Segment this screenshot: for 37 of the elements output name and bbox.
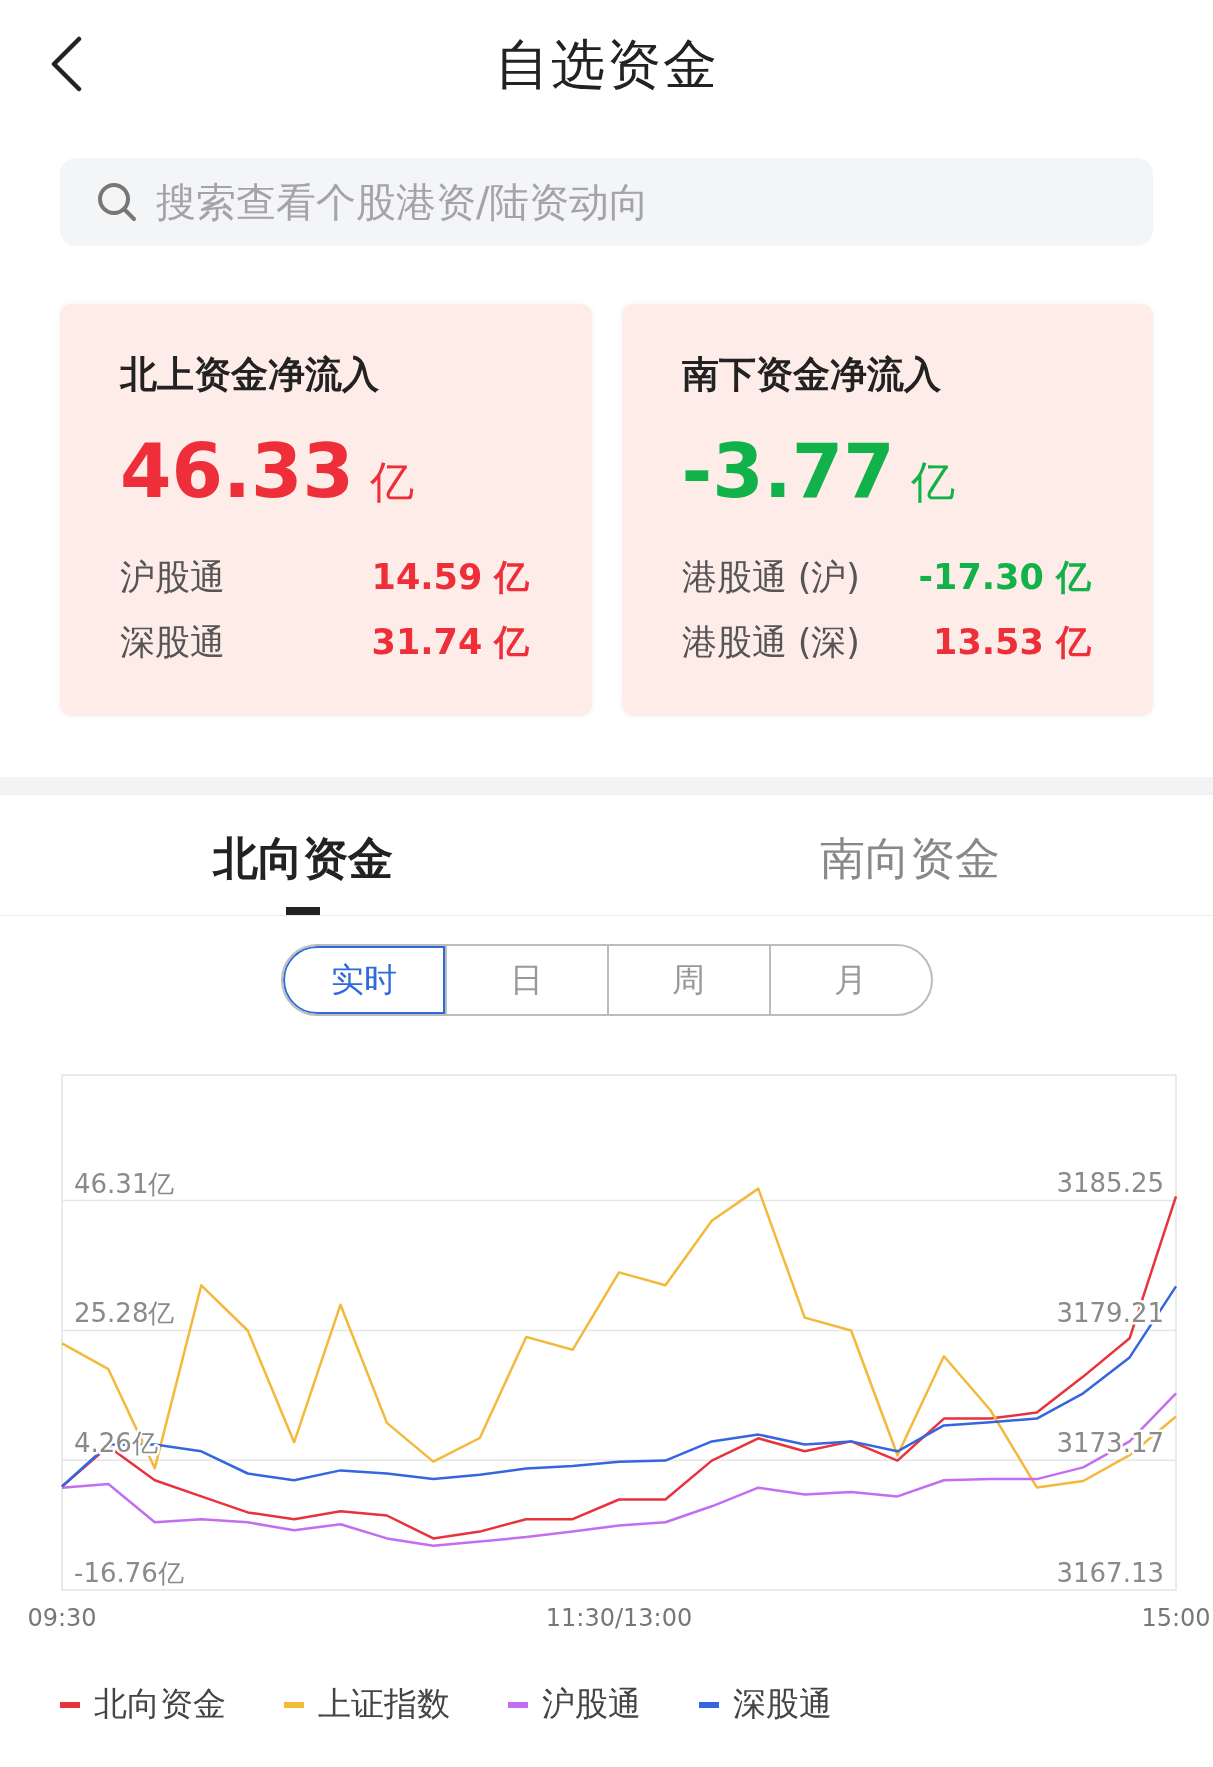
period-tab[interactable]: 月: [768, 946, 931, 1014]
channel-label: 深股通: [120, 621, 225, 664]
channel-label: 沪股通: [120, 556, 225, 599]
channel-value: 14.59 亿: [371, 556, 530, 599]
net-inflow-value: 46.33: [120, 428, 355, 514]
net-inflow-value: -3.77: [681, 428, 895, 514]
card-title: 南下资金净流入: [681, 352, 942, 398]
period-tab[interactable]: 日: [444, 946, 607, 1014]
tab[interactable]: 南向资金: [819, 829, 1000, 889]
channel-label: 港股通 (沪): [681, 556, 860, 599]
period-tab[interactable]: 周: [606, 946, 769, 1014]
x-tick-label: 09:30: [27, 1604, 97, 1632]
y-tick-label: 46.31亿: [74, 1168, 175, 1199]
x-tick-label: 15:00: [1141, 1604, 1211, 1632]
back-icon[interactable]: [50, 36, 82, 92]
legend-label: 北向资金: [94, 1683, 226, 1725]
card-title: 北上资金净流入: [120, 352, 380, 398]
legend-label: 上证指数: [318, 1683, 450, 1725]
y-tick-label: -16.76亿: [74, 1558, 184, 1588]
y-tick-label: 3185.25: [1056, 1168, 1164, 1199]
y-tick-label: 25.28亿: [74, 1298, 175, 1329]
period-tab[interactable]: 实时: [282, 946, 445, 1014]
legend-label: 深股通: [733, 1683, 832, 1725]
channel-label: 港股通 (深): [681, 621, 860, 664]
channel-value: 13.53 亿: [933, 621, 1091, 664]
tab-indicator: [286, 907, 321, 915]
y-tick-label: 3167.13: [1056, 1558, 1164, 1588]
unit-label: 亿: [910, 455, 955, 509]
legend-label: 沪股通: [542, 1683, 641, 1725]
page-title: 自选资金: [494, 31, 719, 98]
channel-value: 31.74 亿: [371, 621, 530, 664]
channel-value: -17.30 亿: [918, 556, 1091, 599]
search-field[interactable]: 搜索查看个股港资/陆资动向: [60, 158, 1153, 246]
x-tick-label: 11:30/13:00: [545, 1604, 693, 1632]
unit-label: 亿: [370, 455, 415, 509]
search-icon: [96, 181, 138, 223]
tab[interactable]: 北向资金: [213, 829, 394, 889]
